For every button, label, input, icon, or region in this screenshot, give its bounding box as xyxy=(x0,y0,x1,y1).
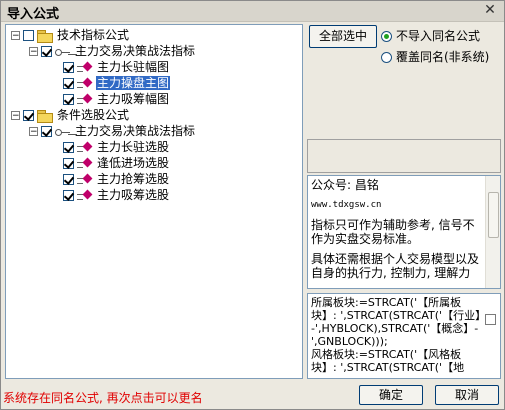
checkbox-formula-4[interactable] xyxy=(63,142,74,153)
key-icon xyxy=(55,46,71,58)
formula-code-panel[interactable]: 所属板块:=STRCAT('【所属板块】: ',STRCAT(STRCAT('【… xyxy=(307,293,501,379)
cancel-button[interactable]: 取消 xyxy=(435,385,499,405)
tree-node-technical-formulas[interactable]: 技术指标公式 xyxy=(23,27,130,43)
description-line-4: 具体还需根据个人交易模型以及自身的执行力, 控制力, 理解力 xyxy=(311,252,480,280)
tree-node-formula-5[interactable]: 逢低进场选股 xyxy=(63,155,170,171)
formula-description-panel[interactable]: 公众号: 昌铭 www.tdxgsw.cn 指标只可作为辅助参考, 信号不作为实… xyxy=(307,175,501,289)
tree-node-screening-formulas[interactable]: 条件选股公式 xyxy=(23,107,130,123)
import-formula-dialog: 导入公式 ✕ − 技术指标公式 − 主力交易决策战法指标 主力长驻幅图 主力操盘… xyxy=(0,0,505,410)
description-line-3: 指标只可作为辅助参考, 信号不作为实盘交易标准。 xyxy=(311,218,475,246)
radio-overwrite-duplicates[interactable]: 覆盖同名(非系统) xyxy=(381,50,489,64)
ok-button[interactable]: 确定 xyxy=(359,385,423,405)
tree-node-formula-6[interactable]: 主力抢筹选股 xyxy=(63,171,170,187)
folder-icon xyxy=(37,109,53,123)
description-line-1: 公众号: 昌铭 xyxy=(311,178,379,192)
radio-no-import-duplicates[interactable]: 不导入同名公式 xyxy=(381,29,480,43)
window-title: 导入公式 xyxy=(7,7,60,22)
empty-info-box xyxy=(307,139,501,173)
key-icon xyxy=(55,126,71,138)
expand-toggle-technical[interactable]: − xyxy=(11,31,20,41)
checkbox-screening-formulas[interactable] xyxy=(23,110,34,121)
formula-icon xyxy=(77,158,93,170)
tree-node-strategy-indicator-1[interactable]: 主力交易决策战法指标 xyxy=(41,43,196,59)
radio-dot[interactable] xyxy=(381,52,392,63)
formula-icon xyxy=(77,190,93,202)
formula-icon xyxy=(77,62,93,74)
checkbox-formula-5[interactable] xyxy=(63,158,74,169)
formula-icon xyxy=(77,78,93,90)
formula-code-text: 所属板块:=STRCAT('【所属板块】: ',STRCAT(STRCAT('【… xyxy=(311,296,481,374)
tree-node-formula-7[interactable]: 主力吸筹选股 xyxy=(63,187,170,203)
formula-icon xyxy=(77,94,93,106)
checkbox-formula-7[interactable] xyxy=(63,190,74,201)
select-all-button[interactable]: 全部选中 xyxy=(309,25,377,48)
description-scrollbar[interactable] xyxy=(485,176,500,288)
tree-node-formula-2[interactable]: 主力操盘主图 xyxy=(63,75,171,91)
tree-node-formula-4[interactable]: 主力长驻选股 xyxy=(63,139,170,155)
tree-node-formula-1[interactable]: 主力长驻幅图 xyxy=(63,59,170,75)
checkbox-formula-2[interactable] xyxy=(63,78,74,89)
checkbox-technical-formulas[interactable] xyxy=(23,30,34,41)
title-bar: 导入公式 ✕ xyxy=(1,1,504,22)
formula-tree: − 技术指标公式 − 主力交易决策战法指标 主力长驻幅图 主力操盘主图 主力吸筹… xyxy=(5,24,303,379)
expand-toggle-strategy-2[interactable]: − xyxy=(29,127,38,137)
checkbox-strategy-indicator-2[interactable] xyxy=(41,126,52,137)
close-icon[interactable]: ✕ xyxy=(482,2,498,18)
tree-node-formula-3[interactable]: 主力吸筹幅图 xyxy=(63,91,170,107)
description-line-2: www.tdxgsw.cn xyxy=(311,200,382,210)
checkbox-strategy-indicator-1[interactable] xyxy=(41,46,52,57)
formula-icon xyxy=(77,142,93,154)
description-text: 公众号: 昌铭 www.tdxgsw.cn 指标只可作为辅助参考, 信号不作为实… xyxy=(311,178,483,286)
checkbox-formula-3[interactable] xyxy=(63,94,74,105)
formula-icon xyxy=(77,174,93,186)
folder-icon xyxy=(37,29,53,43)
checkbox-formula-1[interactable] xyxy=(63,62,74,73)
radio-dot[interactable] xyxy=(381,31,392,42)
expand-toggle-screening[interactable]: − xyxy=(11,111,20,121)
code-panel-checkbox[interactable] xyxy=(485,314,496,325)
tree-node-strategy-indicator-2[interactable]: 主力交易决策战法指标 xyxy=(41,123,196,139)
status-message: 系统存在同名公式, 再次点击可以更名 xyxy=(3,391,203,405)
expand-toggle-strategy-1[interactable]: − xyxy=(29,47,38,57)
checkbox-formula-6[interactable] xyxy=(63,174,74,185)
scrollbar-thumb[interactable] xyxy=(488,192,499,238)
